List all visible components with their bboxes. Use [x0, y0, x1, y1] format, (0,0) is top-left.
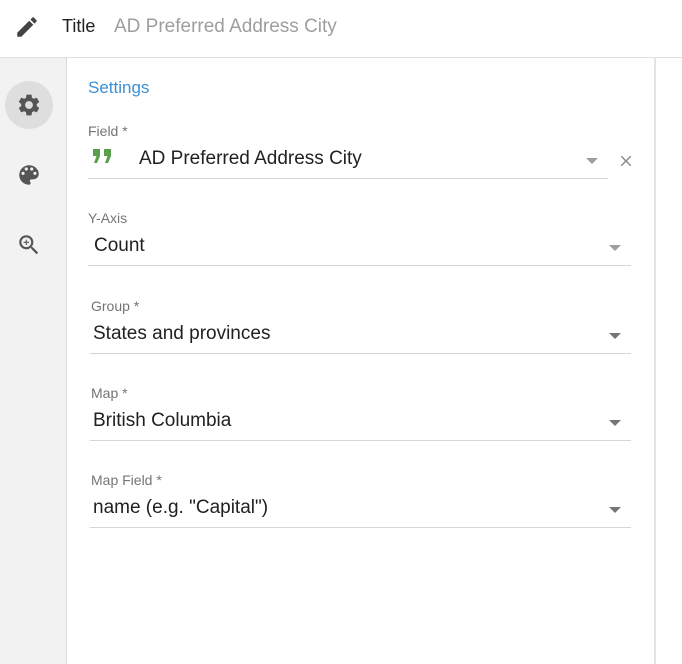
chevron-down-icon: [609, 245, 621, 251]
title-label: Title: [62, 16, 96, 36]
panel-divider: [654, 58, 656, 664]
gear-icon: [18, 94, 40, 116]
y-axis-value: Count: [94, 235, 145, 256]
map-value: British Columbia: [93, 410, 232, 431]
style-tab[interactable]: [5, 151, 53, 199]
chevron-down-icon: [586, 158, 598, 164]
map-select[interactable]: British Columbia: [90, 406, 631, 441]
y-axis-label: Y-Axis: [88, 210, 128, 226]
sidebar: [0, 58, 67, 664]
title-input[interactable]: [114, 12, 514, 42]
quote-icon: [93, 149, 111, 163]
field-select[interactable]: AD Preferred Address City: [88, 144, 608, 179]
map-field-label: Map Field *: [91, 472, 162, 488]
map-field-value: name (e.g. "Capital"): [93, 497, 269, 518]
settings-panel: Settings Field * AD Preferred Address Ci…: [68, 58, 654, 664]
chevron-down-icon: [609, 507, 621, 513]
group-select[interactable]: States and provinces: [90, 319, 631, 354]
chevron-down-icon: [609, 420, 621, 426]
zoom-in-icon: [19, 235, 39, 255]
group-label: Group *: [91, 298, 140, 314]
chevron-down-icon: [609, 333, 621, 339]
zoom-tab[interactable]: [5, 221, 53, 269]
map-field-select[interactable]: name (e.g. "Capital"): [90, 493, 631, 528]
title-bar: Title: [0, 0, 682, 58]
pencil-icon[interactable]: [14, 14, 40, 40]
y-axis-select[interactable]: Count: [88, 231, 631, 266]
settings-heading: Settings: [88, 78, 150, 97]
settings-tab[interactable]: [5, 81, 53, 129]
map-label: Map *: [91, 385, 128, 401]
field-value: AD Preferred Address City: [139, 148, 362, 169]
group-value: States and provinces: [93, 323, 271, 344]
close-icon[interactable]: [617, 152, 635, 170]
palette-icon: [19, 165, 39, 185]
field-label: Field *: [88, 123, 128, 139]
